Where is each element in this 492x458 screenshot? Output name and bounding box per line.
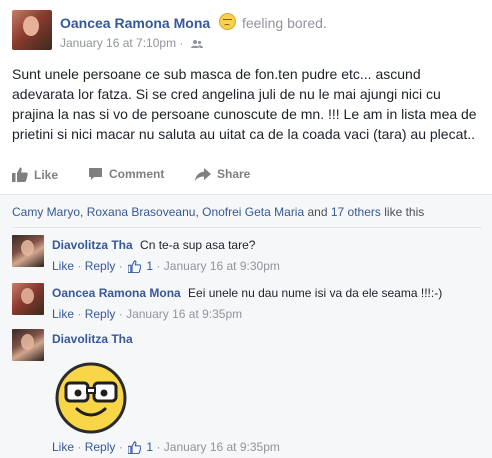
feeling-text: feeling bored.: [241, 15, 327, 31]
thumbs-up-icon: [12, 167, 28, 182]
meta-separator: ·: [118, 259, 123, 273]
commenter-name[interactable]: Diavolitza Tha: [52, 238, 133, 252]
share-button[interactable]: Share: [195, 167, 250, 181]
likes-and: and: [304, 205, 331, 219]
author-avatar[interactable]: [12, 10, 52, 50]
meta-separator: ·: [118, 307, 123, 321]
share-arrow-icon: [195, 167, 211, 181]
commenter-name[interactable]: Oancea Ramona Mona: [52, 286, 181, 300]
meta-separator: ·: [118, 440, 123, 454]
comment-button[interactable]: Comment: [88, 167, 164, 181]
others-link[interactable]: 17 others: [331, 205, 381, 219]
meta-separator: ·: [77, 307, 82, 321]
post-header: Oancea Ramona Mona feeling bored. Januar…: [12, 10, 482, 54]
friends-audience-icon[interactable]: [190, 38, 203, 52]
author-name[interactable]: Oancea Ramona Mona: [60, 15, 210, 31]
meta-separator: ·: [77, 259, 82, 273]
comment-meta: Like · Reply · 1 · January 16 at 9:35pm: [52, 440, 280, 457]
post-meta: January 16 at 7:10pm ·: [60, 36, 203, 52]
comment-reply-link[interactable]: Reply: [85, 307, 116, 321]
thumbs-up-icon: [127, 441, 142, 457]
liker-name[interactable]: Camy Maryo: [12, 205, 80, 219]
comment-body: Oancea Ramona Mona Eei unele nu dau nume…: [52, 285, 482, 322]
comment-bubble-icon: [89, 168, 102, 180]
commenter-name[interactable]: Diavolitza Tha: [52, 332, 133, 346]
meta-separator: ·: [179, 36, 184, 50]
comment-like-link[interactable]: Like: [52, 440, 74, 454]
commenter-avatar[interactable]: [12, 329, 44, 361]
comment-text: Eei unele nu dau nume isi va da ele seam…: [188, 286, 443, 300]
meta-separator: ·: [156, 259, 161, 273]
post-timestamp[interactable]: January 16 at 7:10pm: [60, 36, 176, 50]
comment-body: Diavolitza Tha Cn te-a sup asa tare? Lik…: [52, 237, 482, 277]
comment-meta: Like · Reply · January 16 at 9:35pm: [52, 306, 482, 322]
comment-like-count[interactable]: 1: [146, 440, 153, 454]
comment-text: Cn te-a sup asa tare?: [140, 238, 256, 252]
likes-suffix: like this: [380, 205, 425, 219]
comment: Diavolitza Tha Like · Reply · 1 · Januar…: [12, 329, 482, 455]
comment-like-link[interactable]: Like: [52, 259, 74, 273]
thumbs-up-icon: [127, 260, 142, 277]
comment-like-count[interactable]: 1: [146, 259, 153, 273]
bored-emoji-icon: [219, 13, 237, 30]
comment-like-link[interactable]: Like: [52, 307, 74, 321]
comment-body: Diavolitza Tha: [52, 331, 482, 347]
comment-reply-link[interactable]: Reply: [85, 440, 116, 454]
comment-label: Comment: [109, 167, 165, 181]
comment-timestamp[interactable]: January 16 at 9:35pm: [126, 307, 242, 321]
liker-name[interactable]: Onofrei Geta Maria: [202, 205, 304, 219]
like-button[interactable]: Like: [12, 167, 58, 182]
liker-separator: ,: [80, 205, 87, 219]
share-label: Share: [217, 167, 251, 181]
post-text: Sunt unele persoane ce sub masca de fon.…: [12, 66, 477, 142]
liker-name[interactable]: Roxana Brasoveanu: [87, 205, 196, 219]
comment-meta: Like · Reply · 1 · January 16 at 9:30pm: [52, 258, 482, 277]
nerd-smiley-sticker[interactable]: [54, 361, 128, 435]
comment-timestamp[interactable]: January 16 at 9:35pm: [164, 440, 280, 454]
author-line: Oancea Ramona Mona feeling bored.: [60, 13, 327, 31]
commenter-avatar[interactable]: [12, 235, 44, 267]
like-label: Like: [34, 167, 59, 182]
comment-reply-link[interactable]: Reply: [85, 259, 116, 273]
meta-separator: ·: [156, 440, 161, 454]
comment-timestamp[interactable]: January 16 at 9:30pm: [164, 259, 280, 273]
commenter-avatar[interactable]: [12, 283, 44, 315]
likes-divider: [12, 227, 482, 228]
meta-separator: ·: [77, 440, 82, 454]
likes-summary: Camy Maryo, Roxana Brasoveanu, Onofrei G…: [12, 205, 424, 219]
post-actions: Like Comment Share: [12, 163, 482, 189]
